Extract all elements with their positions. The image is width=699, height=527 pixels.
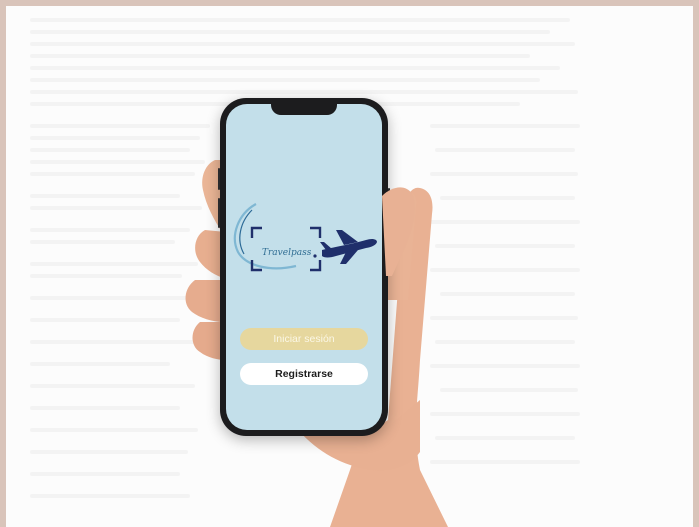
logo-wordmark: Travelpass <box>262 248 312 258</box>
swoosh-icon <box>233 203 297 270</box>
phone-volume-button <box>218 198 220 228</box>
phone-power-button <box>388 188 390 228</box>
airplane-icon <box>320 230 377 264</box>
register-button[interactable]: Registrarse <box>240 363 368 385</box>
phone-side-button <box>218 168 220 190</box>
app-screen: Travelpass Iniciar sesión Registrarse <box>226 104 382 430</box>
logo-dot <box>313 254 317 258</box>
smartphone: Travelpass Iniciar sesión Registrarse <box>218 98 390 436</box>
app-logo: Travelpass <box>233 203 377 272</box>
phone-notch <box>271 104 337 115</box>
login-button[interactable]: Iniciar sesión <box>240 328 368 350</box>
